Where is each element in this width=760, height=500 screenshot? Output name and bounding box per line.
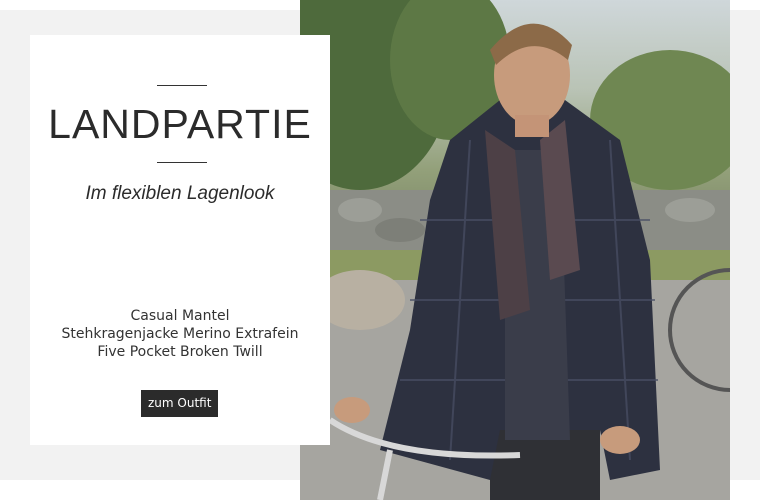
promo-card: LANDPARTIE Im flexiblen Lagenlook Casual… <box>30 35 330 445</box>
hero-photo[interactable] <box>300 0 730 500</box>
product-item-coat[interactable]: Casual Mantel <box>30 307 330 325</box>
product-list: Casual Mantel Stehkragenjacke Merino Ext… <box>30 307 330 361</box>
outfit-button[interactable]: zum Outfit <box>141 390 219 417</box>
product-item-jacket[interactable]: Stehkragenjacke Merino Extrafein <box>30 325 330 343</box>
title-rule-top <box>157 85 207 86</box>
title-rule-bottom <box>157 162 207 163</box>
subtitle: Im flexiblen Lagenlook <box>85 183 275 204</box>
product-item-trousers[interactable]: Five Pocket Broken Twill <box>30 343 330 361</box>
page-title: LANDPARTIE <box>48 101 312 147</box>
